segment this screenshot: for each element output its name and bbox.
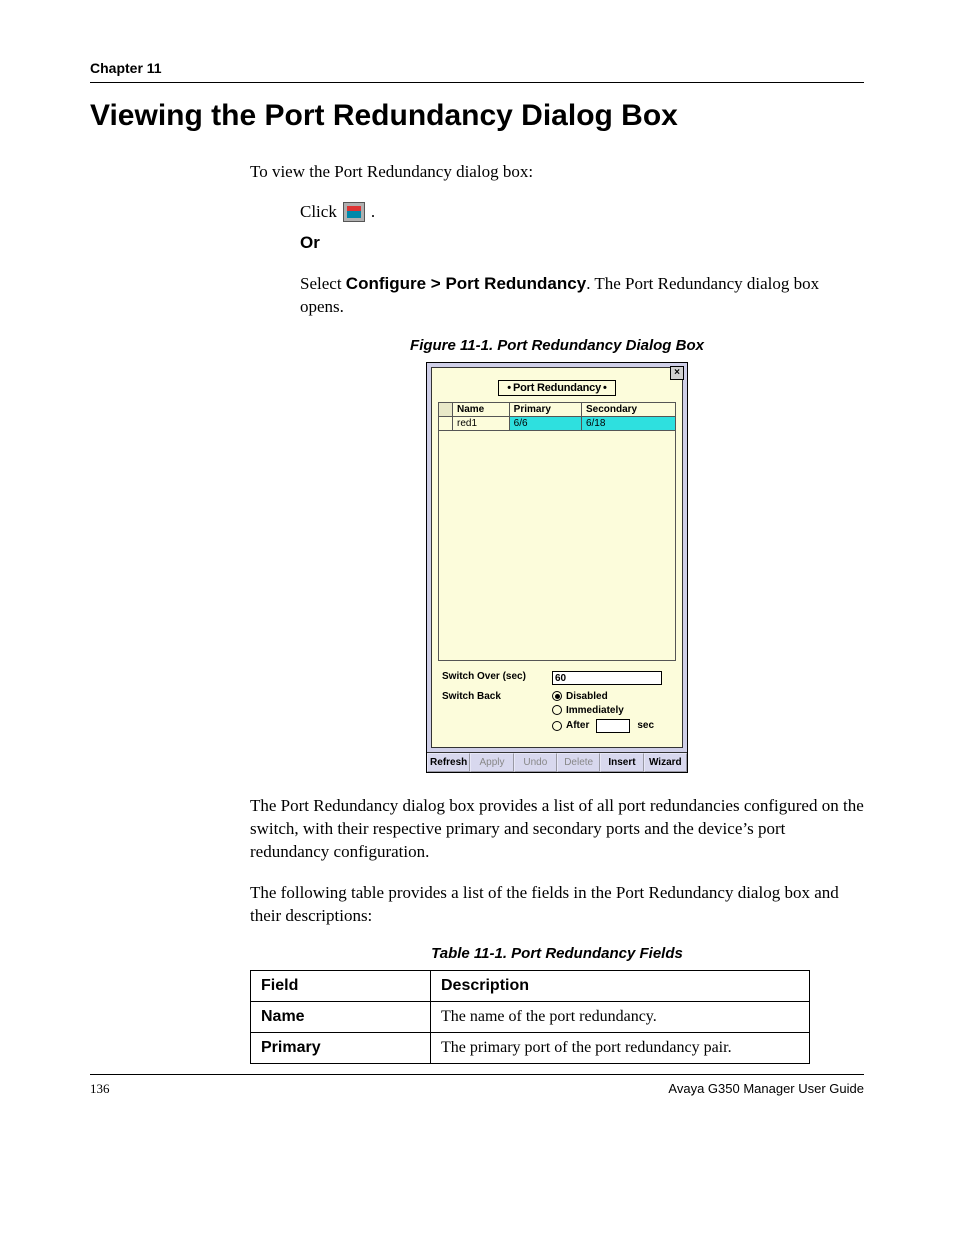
switch-over-label: Switch Over (sec) bbox=[442, 671, 552, 682]
field-name: Primary bbox=[251, 1033, 431, 1064]
after-seconds-input[interactable] bbox=[596, 719, 630, 733]
field-desc: The primary port of the port redundancy … bbox=[431, 1033, 810, 1064]
radio-after-label: After bbox=[566, 720, 589, 731]
paragraph-after-figure: The Port Redundancy dialog box provides … bbox=[250, 795, 864, 864]
page-number: 136 bbox=[90, 1081, 110, 1097]
section-title: Viewing the Port Redundancy Dialog Box bbox=[90, 99, 864, 133]
radio-disabled[interactable] bbox=[552, 691, 562, 701]
apply-button[interactable]: Apply bbox=[470, 753, 513, 772]
col-primary[interactable]: Primary bbox=[509, 402, 581, 416]
intro-paragraph: To view the Port Redundancy dialog box: bbox=[250, 161, 864, 184]
delete-button[interactable]: Delete bbox=[557, 753, 600, 772]
cell-primary: 6/6 bbox=[509, 416, 581, 430]
or-label: Or bbox=[300, 233, 320, 252]
dialog-title: Port Redundancy bbox=[498, 380, 615, 396]
cell-secondary: 6/18 bbox=[581, 416, 675, 430]
insert-button[interactable]: Insert bbox=[600, 753, 643, 772]
table-row[interactable]: red1 6/6 6/18 bbox=[439, 416, 676, 430]
guide-title: Avaya G350 Manager User Guide bbox=[668, 1081, 864, 1097]
select-prefix: Select bbox=[300, 274, 346, 293]
switch-back-label: Switch Back bbox=[442, 691, 552, 702]
radio-disabled-label: Disabled bbox=[566, 691, 608, 702]
col-name[interactable]: Name bbox=[453, 402, 510, 416]
click-period: . bbox=[371, 202, 375, 222]
dialog-button-bar: Refresh Apply Undo Delete Insert Wizard bbox=[427, 752, 687, 772]
switch-over-input[interactable]: 60 bbox=[552, 671, 662, 685]
close-icon[interactable]: × bbox=[670, 366, 684, 380]
field-desc: The name of the port redundancy. bbox=[431, 1002, 810, 1033]
corner-cell bbox=[439, 402, 453, 416]
th-field: Field bbox=[251, 971, 431, 1002]
table-caption: Table 11-1. Port Redundancy Fields bbox=[250, 945, 864, 962]
footer-rule bbox=[90, 1074, 864, 1075]
click-label: Click bbox=[300, 202, 337, 222]
port-redundancy-glyph bbox=[347, 206, 361, 218]
sec-suffix: sec bbox=[637, 720, 654, 731]
undo-button[interactable]: Undo bbox=[514, 753, 557, 772]
fields-table: Field Description Name The name of the p… bbox=[250, 970, 810, 1064]
radio-immediately-label: Immediately bbox=[566, 705, 624, 716]
field-name: Name bbox=[251, 1002, 431, 1033]
select-instruction: Select Configure > Port Redundancy. The … bbox=[300, 273, 864, 319]
chapter-label: Chapter 11 bbox=[90, 60, 864, 76]
table-row: Primary The primary port of the port red… bbox=[251, 1033, 810, 1064]
redundancy-table: Name Primary Secondary red1 6/6 6/18 bbox=[438, 402, 676, 431]
port-redundancy-dialog: × Port Redundancy Name Primary Secondary… bbox=[426, 362, 688, 773]
figure-caption: Figure 11-1. Port Redundancy Dialog Box bbox=[250, 337, 864, 354]
table-body-empty bbox=[438, 431, 676, 661]
radio-after[interactable] bbox=[552, 721, 562, 731]
click-instruction: Click . bbox=[300, 202, 864, 222]
wizard-button[interactable]: Wizard bbox=[644, 753, 687, 772]
row-marker bbox=[439, 416, 453, 430]
radio-immediately[interactable] bbox=[552, 705, 562, 715]
cell-name: red1 bbox=[453, 416, 510, 430]
header-rule bbox=[90, 82, 864, 83]
table-row: Name The name of the port redundancy. bbox=[251, 1002, 810, 1033]
paragraph-table-intro: The following table provides a list of t… bbox=[250, 882, 864, 928]
port-redundancy-toolbar-icon bbox=[343, 202, 365, 222]
refresh-button[interactable]: Refresh bbox=[427, 753, 470, 772]
menu-path: Configure > Port Redundancy bbox=[346, 274, 586, 293]
th-description: Description bbox=[431, 971, 810, 1002]
col-secondary[interactable]: Secondary bbox=[581, 402, 675, 416]
